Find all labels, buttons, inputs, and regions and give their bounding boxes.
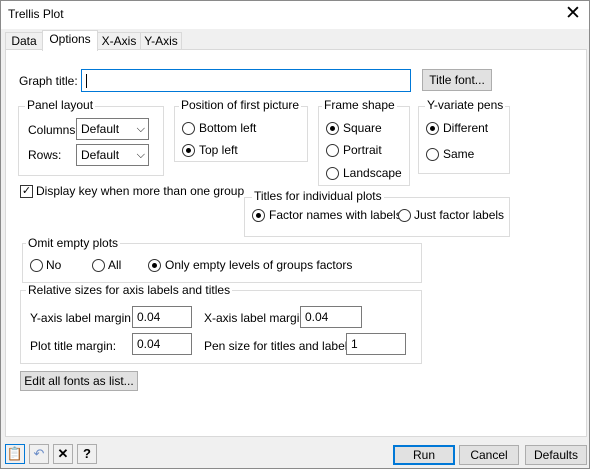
graph-title-label: Graph title: — [19, 74, 78, 88]
yaxis-margin-input[interactable]: 0.04 — [132, 306, 192, 328]
factor-names-label[interactable]: Factor names with labels — [269, 208, 402, 222]
tab-x-axis[interactable]: X-Axis — [97, 32, 141, 50]
display-key-checkbox[interactable]: ✓ — [20, 185, 33, 198]
landscape-label[interactable]: Landscape — [343, 166, 402, 180]
help-icon[interactable]: ? — [77, 444, 97, 464]
options-panel: Graph title: Title font... Panel layout … — [5, 49, 587, 437]
top-left-label[interactable]: Top left — [199, 143, 238, 157]
bottom-left-label[interactable]: Bottom left — [199, 121, 256, 135]
clipboard-icon[interactable]: 📋 — [5, 444, 25, 464]
yvariate-pens-group — [418, 106, 510, 174]
only-empty-levels-label[interactable]: Only empty levels of groups factors — [165, 258, 352, 272]
portrait-radio[interactable] — [326, 144, 339, 157]
rows-select[interactable]: Default ⌵ — [76, 144, 149, 166]
rows-value: Default — [81, 148, 120, 162]
graph-title-input[interactable] — [81, 69, 411, 92]
dialog-window: Trellis Plot ✕ Data Options X-Axis Y-Axi… — [0, 0, 590, 469]
yvariate-pens-label: Y-variate pens — [425, 98, 506, 112]
tab-y-axis[interactable]: Y-Axis — [140, 32, 182, 50]
only-empty-levels-radio[interactable] — [148, 259, 161, 272]
just-factor-labels-radio[interactable] — [398, 209, 411, 222]
columns-value: Default — [81, 122, 120, 136]
factor-names-radio[interactable] — [252, 209, 265, 222]
columns-select[interactable]: Default ⌵ — [76, 118, 149, 140]
cancel-button[interactable]: Cancel — [459, 445, 519, 465]
xaxis-margin-label: X-axis label margin: — [204, 311, 310, 325]
same-radio[interactable] — [426, 148, 439, 161]
first-picture-label: Position of first picture — [179, 98, 302, 112]
no-radio[interactable] — [30, 259, 43, 272]
top-left-radio[interactable] — [182, 144, 195, 157]
title-bar: Trellis Plot ✕ — [1, 1, 589, 29]
edit-fonts-button[interactable]: Edit all fonts as list... — [20, 371, 138, 391]
rows-label: Rows: — [28, 148, 62, 162]
columns-label: Columns: — [28, 123, 79, 137]
display-key-label[interactable]: Display key when more than one group — [36, 184, 244, 198]
bottom-left-radio[interactable] — [182, 122, 195, 135]
all-radio[interactable] — [92, 259, 105, 272]
different-radio[interactable] — [426, 122, 439, 135]
window-title: Trellis Plot — [8, 7, 64, 21]
run-button[interactable]: Run — [393, 445, 455, 465]
square-label[interactable]: Square — [343, 121, 382, 135]
clear-icon[interactable]: ✕ — [53, 444, 73, 464]
chevron-down-icon: ⌵ — [136, 123, 145, 135]
square-radio[interactable] — [326, 122, 339, 135]
tab-options[interactable]: Options — [42, 30, 98, 51]
no-label[interactable]: No — [46, 258, 61, 272]
portrait-label[interactable]: Portrait — [343, 143, 382, 157]
same-label[interactable]: Same — [443, 147, 474, 161]
titles-individual-label: Titles for individual plots — [252, 189, 384, 203]
xaxis-margin-input[interactable]: 0.04 — [300, 306, 362, 328]
omit-empty-label: Omit empty plots — [26, 236, 121, 250]
undo-icon[interactable]: ↶ — [29, 444, 49, 464]
relative-sizes-label: Relative sizes for axis labels and title… — [26, 283, 233, 297]
defaults-button[interactable]: Defaults — [525, 445, 587, 465]
all-label[interactable]: All — [108, 258, 121, 272]
pen-size-label: Pen size for titles and labels: — [204, 339, 357, 353]
just-factor-labels-label[interactable]: Just factor labels — [414, 208, 504, 222]
title-font-button[interactable]: Title font... — [422, 69, 492, 91]
plot-title-margin-input[interactable]: 0.04 — [132, 333, 192, 355]
landscape-radio[interactable] — [326, 167, 339, 180]
frame-shape-label: Frame shape — [322, 98, 397, 112]
pen-size-input[interactable]: 1 — [346, 333, 406, 355]
chevron-down-icon: ⌵ — [136, 149, 145, 161]
close-icon[interactable]: ✕ — [557, 1, 589, 29]
text-cursor — [86, 73, 87, 88]
panel-layout-label: Panel layout — [25, 98, 96, 112]
tab-data[interactable]: Data — [5, 32, 43, 50]
different-label[interactable]: Different — [443, 121, 488, 135]
yaxis-margin-label: Y-axis label margin: — [30, 311, 135, 325]
plot-title-margin-label: Plot title margin: — [30, 339, 117, 353]
